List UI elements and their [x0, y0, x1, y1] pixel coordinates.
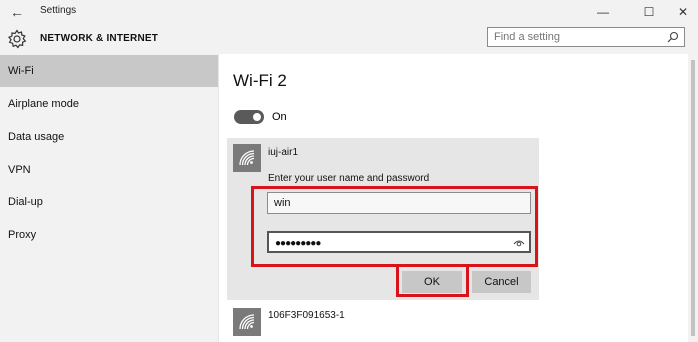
password-field[interactable] [267, 231, 531, 253]
wifi-signal-icon [233, 144, 261, 172]
username-field[interactable] [267, 192, 531, 214]
username-input[interactable] [274, 196, 494, 210]
network-name[interactable]: 106F3F091653-1 [268, 310, 345, 321]
window-title: Settings [40, 5, 77, 16]
title-bar: ← Settings — ☐ ✕ [0, 0, 698, 24]
reveal-password-icon[interactable] [513, 237, 525, 249]
back-arrow-icon[interactable]: ← [8, 3, 26, 21]
sidebar: Wi-Fi Airplane mode Data usage VPN Dial-… [0, 54, 218, 342]
scrollbar-thumb[interactable] [691, 60, 695, 336]
sidebar-item-airplane-mode[interactable]: Airplane mode [0, 88, 218, 120]
sidebar-item-vpn[interactable]: VPN [0, 154, 218, 186]
close-icon[interactable]: ✕ [671, 2, 695, 22]
ok-button[interactable]: OK [402, 271, 462, 293]
maximize-icon[interactable]: ☐ [637, 2, 661, 22]
minimize-icon[interactable]: — [591, 2, 615, 22]
cancel-button[interactable]: Cancel [472, 271, 531, 293]
wifi-toggle[interactable] [234, 110, 264, 124]
sidebar-item-proxy[interactable]: Proxy [0, 219, 218, 251]
section-title: NETWORK & INTERNET [40, 33, 159, 44]
search-icon[interactable] [667, 31, 679, 43]
sidebar-item-wifi[interactable]: Wi-Fi [0, 55, 218, 87]
wifi-signal-icon [233, 308, 261, 336]
scrollbar[interactable] [688, 54, 698, 342]
page-title: Wi-Fi 2 [233, 71, 287, 90]
network-name: iuj-air1 [268, 147, 299, 158]
gear-icon [8, 29, 27, 49]
sidebar-item-data-usage[interactable]: Data usage [0, 121, 218, 153]
password-input[interactable] [275, 236, 495, 250]
credentials-prompt: Enter your user name and password [268, 173, 430, 184]
toggle-state-label: On [272, 111, 287, 123]
search-input[interactable] [494, 30, 654, 44]
search-box[interactable] [487, 27, 685, 47]
settings-header: NETWORK & INTERNET [0, 24, 698, 54]
sidebar-item-dial-up[interactable]: Dial-up [0, 186, 218, 218]
toggle-knob [253, 113, 261, 121]
main-content: Wi-Fi 2 On iuj-air1 Enter your user name… [218, 54, 688, 342]
network-item-expanded[interactable]: iuj-air1 Enter your user name and passwo… [227, 138, 539, 300]
